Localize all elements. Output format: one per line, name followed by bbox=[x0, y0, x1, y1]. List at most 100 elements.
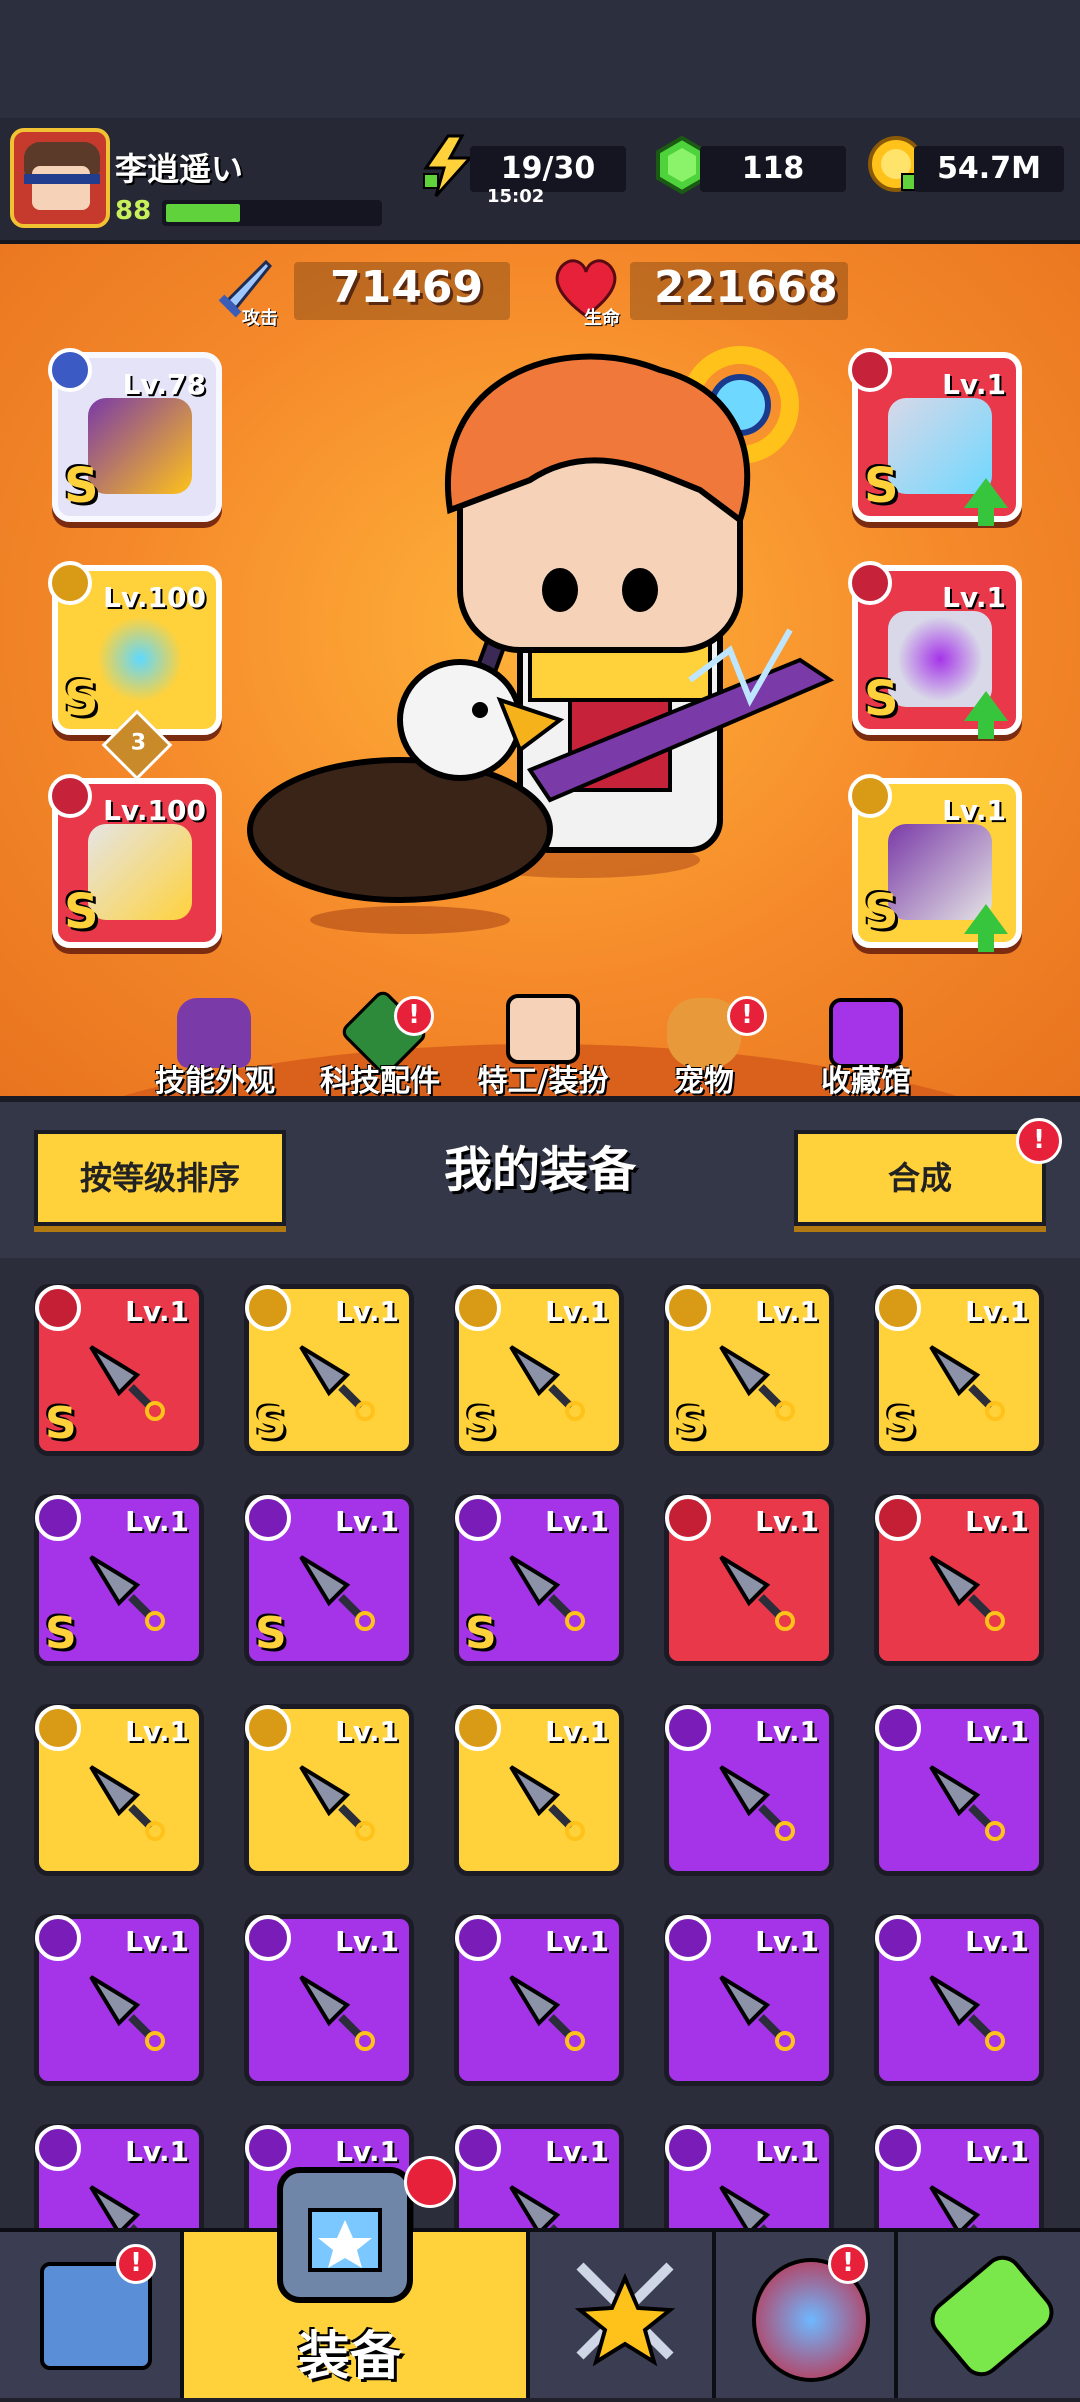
item-type-icon bbox=[455, 1705, 501, 1751]
item-level: Lv.1 bbox=[965, 1715, 1029, 1748]
star-belt-icon bbox=[79, 1755, 169, 1845]
equipped-boots-slot[interactable]: Lv.1 S bbox=[848, 774, 1022, 952]
item-level: Lv.1 bbox=[965, 2135, 1029, 2168]
equipped-weapon-slot[interactable]: Lv.78 S bbox=[48, 348, 222, 522]
hero-character bbox=[230, 300, 850, 940]
item-level: Lv.1 bbox=[125, 1505, 189, 1538]
item-level: Lv.1 bbox=[965, 1925, 1029, 1958]
lightning-icon[interactable] bbox=[418, 134, 478, 198]
inventory-item[interactable]: Lv.1 bbox=[454, 2124, 624, 2228]
agent-costume-icon[interactable] bbox=[506, 994, 580, 1064]
upgrade-arrow-icon bbox=[964, 904, 1008, 952]
merge-button[interactable]: 合成 bbox=[794, 1130, 1046, 1226]
inventory-item[interactable]: Lv.1 bbox=[34, 1704, 204, 1876]
player-avatar[interactable] bbox=[10, 128, 110, 228]
menu-collection[interactable]: 收藏馆 bbox=[766, 1056, 966, 1100]
inventory-item[interactable]: Lv.1 bbox=[664, 2124, 834, 2228]
item-type-icon bbox=[875, 1915, 921, 1961]
inventory-item[interactable]: Lv.1 bbox=[874, 1704, 1044, 1876]
inventory-item[interactable]: Lv.1 bbox=[874, 2124, 1044, 2228]
star-necklace-art bbox=[88, 611, 192, 707]
kunai-icon bbox=[919, 1965, 1009, 2055]
dna-capsule-icon bbox=[922, 2247, 1062, 2385]
upgrade-arrow-icon bbox=[964, 478, 1008, 526]
inventory-item[interactable]: Lv.1 bbox=[874, 1914, 1044, 2086]
item-level: Lv.1 bbox=[125, 1295, 189, 1328]
item-type-icon bbox=[35, 1495, 81, 1541]
item-rank: S bbox=[255, 1398, 287, 1449]
inventory-item[interactable]: Lv.1 bbox=[454, 1914, 624, 2086]
item-level: Lv.1 bbox=[755, 1505, 819, 1538]
item-level: Lv.1 bbox=[125, 2135, 189, 2168]
crossed-swords-star-icon bbox=[570, 2256, 680, 2380]
item-rank: S bbox=[45, 1398, 77, 1449]
slot-level: Lv.1 bbox=[942, 581, 1006, 614]
inventory-item[interactable]: Lv.1 S bbox=[454, 1284, 624, 1456]
nav-shop-button[interactable]: ! bbox=[0, 2232, 184, 2398]
star-necklace-icon bbox=[79, 1545, 169, 1635]
item-type-icon bbox=[665, 1915, 711, 1961]
gem-necklace-icon bbox=[289, 1545, 379, 1635]
energy-timer: 15:02 bbox=[487, 186, 545, 207]
armor-type-icon bbox=[848, 348, 892, 392]
inventory-item[interactable]: Lv.1 S bbox=[874, 1284, 1044, 1456]
item-type-icon bbox=[35, 2125, 81, 2171]
slot-level: Lv.78 bbox=[122, 368, 206, 401]
item-level: Lv.1 bbox=[335, 1925, 399, 1958]
slot-rank: S bbox=[64, 884, 99, 940]
spiked-blade-icon bbox=[499, 1335, 589, 1425]
inventory-item[interactable]: Lv.1 bbox=[874, 1494, 1044, 1666]
item-type-icon bbox=[35, 1285, 81, 1331]
item-type-icon bbox=[245, 1285, 291, 1331]
weapon-type-icon bbox=[48, 348, 92, 392]
equipped-armor-slot[interactable]: Lv.1 S bbox=[848, 348, 1022, 526]
inventory-item[interactable]: Lv.1 bbox=[34, 1914, 204, 2086]
scythe-icon bbox=[919, 2175, 1009, 2228]
inventory-item[interactable]: Lv.1 S bbox=[34, 1284, 204, 1456]
item-type-icon bbox=[455, 2125, 501, 2171]
sort-by-level-button[interactable]: 按等级排序 bbox=[34, 1130, 286, 1226]
inventory-item[interactable]: Lv.1 S bbox=[244, 1284, 414, 1456]
inventory-item[interactable]: Lv.1 bbox=[664, 1914, 834, 2086]
item-type-icon bbox=[665, 1495, 711, 1541]
nav-battle-button[interactable] bbox=[530, 2232, 716, 2398]
coin-counter: 54.7M bbox=[914, 146, 1064, 192]
boots-icon bbox=[919, 1335, 1009, 1425]
item-type-icon bbox=[245, 1705, 291, 1751]
item-type-icon bbox=[875, 2125, 921, 2171]
inventory-item[interactable]: Lv.1 bbox=[664, 1704, 834, 1876]
slot-rank: S bbox=[864, 671, 899, 727]
item-rank: S bbox=[885, 1398, 917, 1449]
item-rank: S bbox=[675, 1398, 707, 1449]
item-level: Lv.1 bbox=[755, 2135, 819, 2168]
item-type-icon bbox=[875, 1495, 921, 1541]
player-name: 李逍遥い bbox=[115, 150, 244, 188]
necklace-type-icon bbox=[48, 561, 92, 605]
item-type-icon bbox=[35, 1705, 81, 1751]
nav-gacha-button[interactable]: ! bbox=[716, 2232, 898, 2398]
inventory-item[interactable]: Lv.1 bbox=[244, 1914, 414, 2086]
buckle-belt-icon bbox=[289, 1755, 379, 1845]
inventory-item[interactable]: Lv.1 bbox=[454, 1704, 624, 1876]
inventory-item[interactable]: Lv.1 bbox=[244, 1704, 414, 1876]
sword-icon bbox=[289, 1335, 379, 1425]
inventory-item[interactable]: Lv.1 bbox=[664, 1494, 834, 1666]
boots-type-icon bbox=[848, 774, 892, 818]
item-level: Lv.1 bbox=[545, 1715, 609, 1748]
slot-level: Lv.1 bbox=[942, 368, 1006, 401]
inventory-item[interactable]: Lv.1 bbox=[34, 2124, 204, 2228]
inventory-item[interactable]: Lv.1 S bbox=[664, 1284, 834, 1456]
slot-level: Lv.100 bbox=[103, 794, 206, 827]
inventory-item[interactable]: Lv.1 S bbox=[454, 1494, 624, 1666]
kunai-icon bbox=[79, 2175, 169, 2228]
equipped-gloves-slot[interactable]: Lv.100 S bbox=[48, 774, 222, 948]
equipped-belt-slot[interactable]: Lv.1 S bbox=[848, 561, 1022, 739]
kunai-icon bbox=[79, 1965, 169, 2055]
gem-counter: 118 bbox=[700, 146, 846, 192]
gauntlet-icon bbox=[709, 1335, 799, 1425]
nav-evolve-button[interactable] bbox=[898, 2232, 1080, 2398]
shop-alert-badge: ! bbox=[116, 2244, 156, 2284]
item-level: Lv.1 bbox=[965, 1295, 1029, 1328]
inventory-item[interactable]: Lv.1 S bbox=[34, 1494, 204, 1666]
inventory-item[interactable]: Lv.1 S bbox=[244, 1494, 414, 1666]
